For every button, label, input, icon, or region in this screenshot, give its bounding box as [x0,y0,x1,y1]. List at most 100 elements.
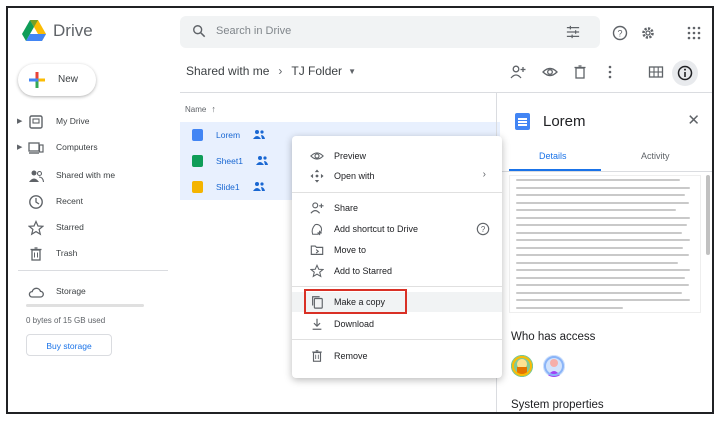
star-icon [28,220,44,236]
drive-window: Drive Search in Drive ? New ▶ My Drive ▶… [6,6,714,414]
tab-divider [497,171,712,172]
sidebar-item-label: Trash [56,248,78,258]
document-preview[interactable] [509,175,701,313]
chevron-down-icon[interactable]: ▼ [348,67,356,76]
trash-icon [30,247,42,261]
menu-item-download[interactable]: Download [292,314,502,334]
sidebar-item-label: Computers [56,142,98,152]
preview-eye-icon[interactable] [542,64,558,80]
sidebar-item-my-drive[interactable]: ▶ My Drive [8,110,168,134]
plus-icon [29,72,45,88]
system-properties-heading: System properties [511,399,604,411]
storage-usage-bar [26,304,144,307]
buy-storage-button[interactable]: Buy storage [26,334,112,356]
trash-icon[interactable] [572,64,588,80]
who-has-access-heading: Who has access [511,331,596,343]
sidebar-item-label: My Drive [56,116,90,126]
folder-move-icon [310,245,324,255]
move-icon [310,169,324,183]
expand-caret-icon[interactable]: ▶ [17,143,22,151]
menu-item-label: Add to Starred [334,266,393,276]
close-icon[interactable]: ✕ [687,111,700,129]
menu-item-remove[interactable]: Remove [292,346,502,366]
share-person-add-icon[interactable] [510,64,526,80]
menu-item-label: Open with [334,171,375,181]
sidebar-item-label: Recent [56,196,83,206]
apps-grid-icon[interactable] [686,25,702,41]
details-toggle-button[interactable] [672,60,698,86]
search-icon [193,25,206,38]
sidebar-item-recent[interactable]: Recent [8,190,168,214]
help-icon[interactable]: ? [612,25,628,41]
menu-item-label: Move to [334,245,367,255]
menu-item-share[interactable]: Share [292,198,502,218]
menu-item-open-with[interactable]: Open with › [292,166,502,186]
tab-activity[interactable]: Activity [641,151,670,161]
sidebar-item-trash[interactable]: Trash [8,242,168,266]
sidebar-item-starred[interactable]: Starred [8,216,168,240]
trash-icon [312,350,322,362]
menu-item-move-to[interactable]: Move to [292,240,502,260]
menu-divider [292,339,502,340]
tab-details[interactable]: Details [539,151,567,161]
grid-view-icon[interactable] [648,64,664,80]
help-icon[interactable]: ? [476,222,490,236]
cloud-icon [28,287,44,298]
my-drive-icon [29,115,43,129]
menu-item-label: Download [334,319,375,329]
sidebar-item-label: Storage [56,286,86,296]
shared-people-icon [256,156,268,165]
sidebar-item-shared-with-me[interactable]: Shared with me [8,164,168,188]
menu-divider [292,286,502,287]
details-panel: Lorem ✕ Details Activity Who has access … [497,93,712,412]
column-header-name[interactable]: Name ↑ [185,104,216,114]
svg-text:?: ? [481,225,486,234]
computers-icon [28,142,44,154]
search-box[interactable]: Search in Drive [180,16,600,48]
menu-divider [292,192,502,193]
google-sheets-icon [192,155,203,167]
shared-people-icon [253,182,265,191]
make-a-copy-highlight-box [304,289,407,314]
app-name: Drive [53,21,93,40]
shared-people-icon [253,130,265,139]
sidebar-item-computers[interactable]: ▶ Computers [8,136,168,160]
add-shortcut-icon [311,223,323,236]
new-button-label: New [58,74,79,85]
menu-item-preview[interactable]: Preview [292,146,502,166]
settings-gear-icon[interactable] [640,25,656,41]
sidebar-divider [18,270,168,271]
chevron-right-icon: › [482,169,486,180]
avatar-image [543,355,565,377]
drive-logo[interactable]: Drive [22,20,93,42]
file-name: Lorem [216,130,241,140]
menu-item-label: Share [334,203,359,213]
sort-arrow-up-icon[interactable]: ↑ [211,104,216,114]
search-options-icon[interactable] [566,25,580,39]
menu-item-add-to-starred[interactable]: Add to Starred [292,261,502,281]
breadcrumb-parent[interactable]: Shared with me [186,64,269,78]
clock-icon [29,195,43,209]
drive-logo-icon [22,20,46,41]
sidebar-item-label: Shared with me [56,170,116,180]
top-header: Drive Search in Drive ? [8,8,712,58]
search-placeholder: Search in Drive [216,25,292,37]
svg-text:?: ? [617,29,622,39]
panel-scrollbar[interactable] [706,175,710,255]
download-icon [312,318,322,330]
breadcrumb: Shared with me › TJ Folder ▼ [186,64,356,78]
menu-item-label: Add shortcut to Drive [334,224,419,234]
file-name: Sheet1 [216,156,243,166]
sidebar-item-storage[interactable]: Storage [8,280,168,304]
avatar[interactable] [543,355,565,377]
menu-item-label: Remove [334,351,368,361]
person-add-icon [310,202,324,214]
avatar[interactable] [511,355,533,377]
breadcrumb-current[interactable]: TJ Folder [291,64,342,78]
expand-caret-icon[interactable]: ▶ [17,117,22,125]
menu-item-add-shortcut[interactable]: Add shortcut to Drive ? [292,219,502,239]
sidebar-item-label: Starred [56,222,84,232]
new-button[interactable]: New [18,64,96,96]
more-vert-icon[interactable] [602,64,618,80]
menu-item-label: Preview [334,151,367,161]
